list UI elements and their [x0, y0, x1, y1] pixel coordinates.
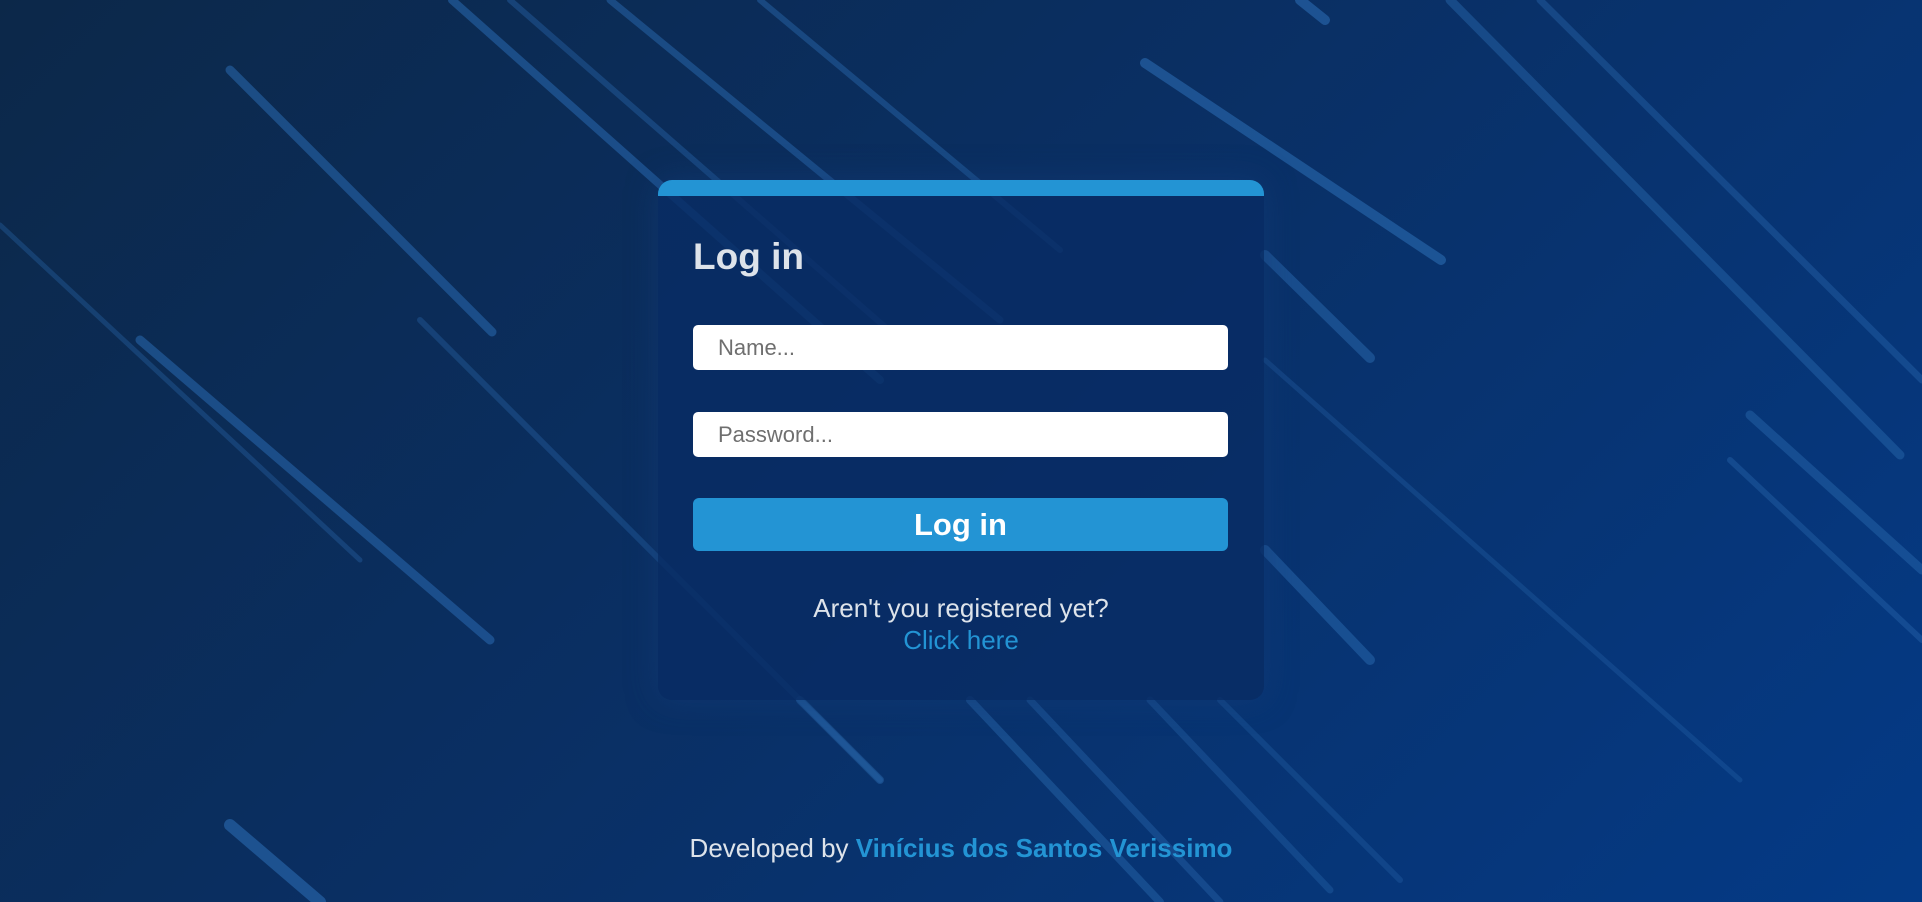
name-input[interactable]	[693, 325, 1228, 370]
author-link[interactable]: Vinícius dos Santos Verissimo	[856, 833, 1233, 863]
login-button[interactable]: Log in	[693, 498, 1228, 551]
card-accent-bar	[658, 180, 1264, 196]
register-section: Aren't you registered yet? Click here	[658, 592, 1264, 656]
login-title: Log in	[693, 236, 804, 277]
footer-prefix: Developed by	[689, 833, 849, 863]
footer: Developed by Vinícius dos Santos Verissi…	[0, 833, 1922, 864]
register-prompt: Aren't you registered yet?	[813, 593, 1109, 623]
password-input[interactable]	[693, 412, 1228, 457]
register-link[interactable]: Click here	[658, 624, 1264, 656]
login-card: Log in Log in Aren't you registered yet?…	[658, 180, 1264, 700]
